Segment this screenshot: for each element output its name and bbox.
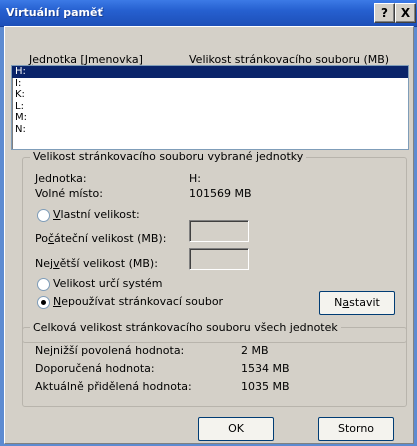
- drive-list-item[interactable]: K:: [12, 89, 408, 101]
- drive-list-item[interactable]: H:: [12, 66, 408, 78]
- drive-list-item[interactable]: L:: [12, 101, 408, 113]
- drive-label: Jednotka:: [35, 172, 87, 185]
- drive-list-item[interactable]: I:: [12, 78, 408, 90]
- window-title: Virtuální paměť: [6, 6, 103, 19]
- drive-list[interactable]: H: I: K: L: M: N:: [11, 65, 409, 150]
- custom-size-label: Vlastní velikost:: [53, 208, 140, 221]
- max-size-input[interactable]: [189, 248, 249, 270]
- drive-list-item[interactable]: M:: [12, 112, 408, 124]
- free-space-value: 101569 MB: [189, 187, 252, 200]
- free-space-label: Volné místo:: [35, 187, 103, 200]
- ok-button[interactable]: OK: [198, 417, 274, 441]
- currently-allocated-value: 1035 MB: [241, 380, 290, 393]
- initial-size-label: Počáteční velikost (MB):: [35, 232, 167, 245]
- selected-drive-group-title: Velikost stránkovacího souboru vybrané j…: [30, 150, 307, 163]
- set-button[interactable]: Nastavit: [319, 291, 395, 315]
- radio-selected-dot: [41, 300, 46, 305]
- dialog-body: Jednotka [Jmenovka] Velikost stránkovací…: [4, 26, 414, 444]
- no-paging-file-label: Nepoužívat stránkovací soubor: [53, 295, 224, 308]
- max-size-label: Největší velikost (MB):: [35, 257, 158, 270]
- close-button[interactable]: X: [395, 3, 416, 23]
- title-bar: Virtuální paměť ? X: [0, 0, 417, 27]
- custom-size-radio[interactable]: [37, 209, 50, 222]
- cancel-button[interactable]: Storno: [318, 417, 394, 441]
- recommended-value: 1534 MB: [241, 362, 290, 375]
- min-allowed-value: 2 MB: [241, 344, 269, 357]
- no-paging-file-radio[interactable]: [37, 296, 50, 309]
- system-managed-radio[interactable]: [37, 278, 50, 291]
- currently-allocated-label: Aktuálně přidělená hodnota:: [35, 380, 192, 393]
- min-allowed-label: Nejnižší povolená hodnota:: [35, 344, 185, 357]
- drive-value: H:: [189, 172, 201, 185]
- help-button[interactable]: ?: [374, 3, 395, 23]
- initial-size-input[interactable]: [189, 220, 249, 242]
- virtual-memory-dialog: Virtuální paměť ? X Jednotka [Jmenovka] …: [0, 0, 417, 446]
- system-managed-label: Velikost určí systém: [53, 277, 163, 290]
- recommended-label: Doporučená hodnota:: [35, 362, 155, 375]
- totals-group-title: Celková velikost stránkovacího souboru v…: [30, 321, 341, 334]
- drive-list-item[interactable]: N:: [12, 124, 408, 136]
